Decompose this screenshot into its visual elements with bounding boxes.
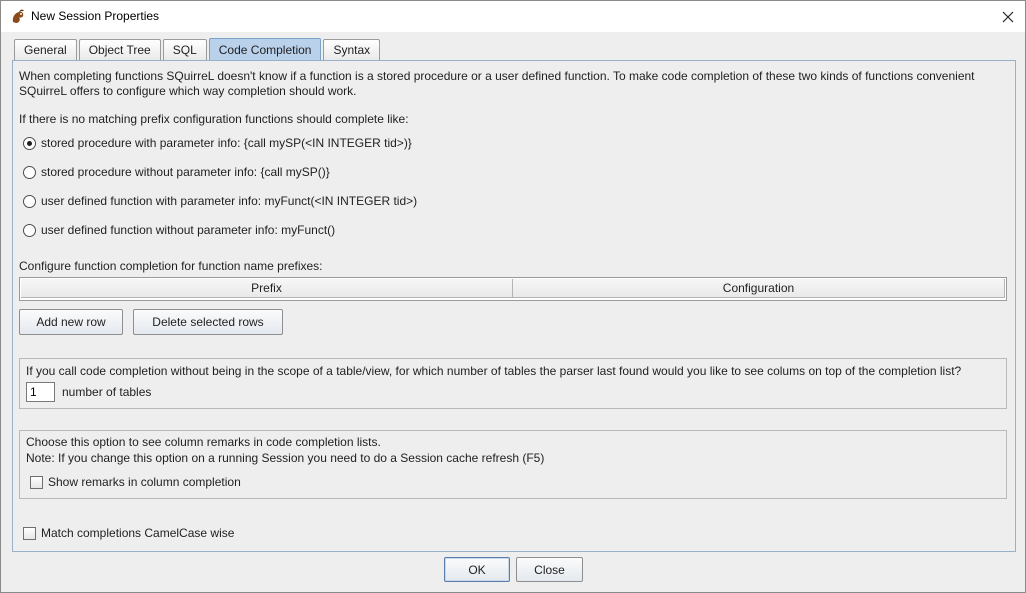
title-bar: New Session Properties [1,1,1025,32]
squirrel-app-icon [10,8,26,24]
tab-general[interactable]: General [14,39,77,60]
option-label: stored procedure without parameter info:… [41,165,330,179]
camelcase-checkbox[interactable] [23,526,36,540]
tab-object-tree[interactable]: Object Tree [78,39,161,60]
prefix-table-heading: Configure function completion for functi… [19,259,323,273]
option-label: user defined function without parameter … [41,223,336,237]
remarks-description: Choose this option to see column remarks… [26,435,381,449]
option-sp-with-params[interactable]: stored procedure with parameter info: {c… [23,136,412,150]
table-count-group: If you call code completion without bein… [19,358,1007,409]
radio-button[interactable] [23,223,36,237]
option-label: user defined function with parameter inf… [41,194,418,208]
tab-sql[interactable]: SQL [162,39,207,60]
tab-syntax[interactable]: Syntax [323,39,381,60]
close-button[interactable]: Close [516,557,583,582]
radio-button[interactable] [23,165,36,179]
option-sp-without-params[interactable]: stored procedure without parameter info:… [23,165,330,179]
radio-button[interactable] [23,194,36,208]
close-icon [1002,11,1014,22]
radio-button[interactable] [23,136,36,150]
default-completion-heading: If there is no matching prefix configura… [19,112,409,126]
close-window-button[interactable] [991,1,1025,32]
option-udf-without-params[interactable]: user defined function without parameter … [23,223,335,237]
session-properties-dialog: New Session Properties General Object Tr… [0,0,1026,593]
ok-button[interactable]: OK [444,557,510,582]
delete-selected-rows-button[interactable]: Delete selected rows [133,309,283,335]
number-of-tables-input[interactable] [26,382,55,402]
camelcase-option[interactable]: Match completions CamelCase wise [23,526,234,540]
show-remarks-checkbox[interactable] [30,475,43,489]
tab-code-completion[interactable]: Code Completion [208,38,322,60]
tab-strip: General Object Tree SQL Code Completion … [14,38,382,60]
column-remarks-group: Choose this option to see column remarks… [19,430,1007,499]
column-header-prefix[interactable]: Prefix [21,279,513,298]
show-remarks-option[interactable]: Show remarks in column completion [30,475,241,489]
prefix-config-table[interactable]: Prefix Configuration [19,277,1007,301]
add-new-row-button[interactable]: Add new row [19,309,123,335]
camelcase-label: Match completions CamelCase wise [41,526,235,540]
option-udf-with-params[interactable]: user defined function with parameter inf… [23,194,417,208]
table-count-question: If you call code completion without bein… [26,364,962,378]
remarks-note: Note: If you change this option on a run… [26,451,545,465]
number-of-tables-label: number of tables [62,385,152,399]
code-completion-panel: When completing functions SQuirreL doesn… [12,60,1016,552]
show-remarks-label: Show remarks in column completion [48,475,241,489]
intro-text: When completing functions SQuirreL doesn… [19,69,975,98]
column-header-configuration[interactable]: Configuration [513,279,1005,298]
option-label: stored procedure with parameter info: {c… [41,136,412,150]
window-title: New Session Properties [31,9,160,23]
